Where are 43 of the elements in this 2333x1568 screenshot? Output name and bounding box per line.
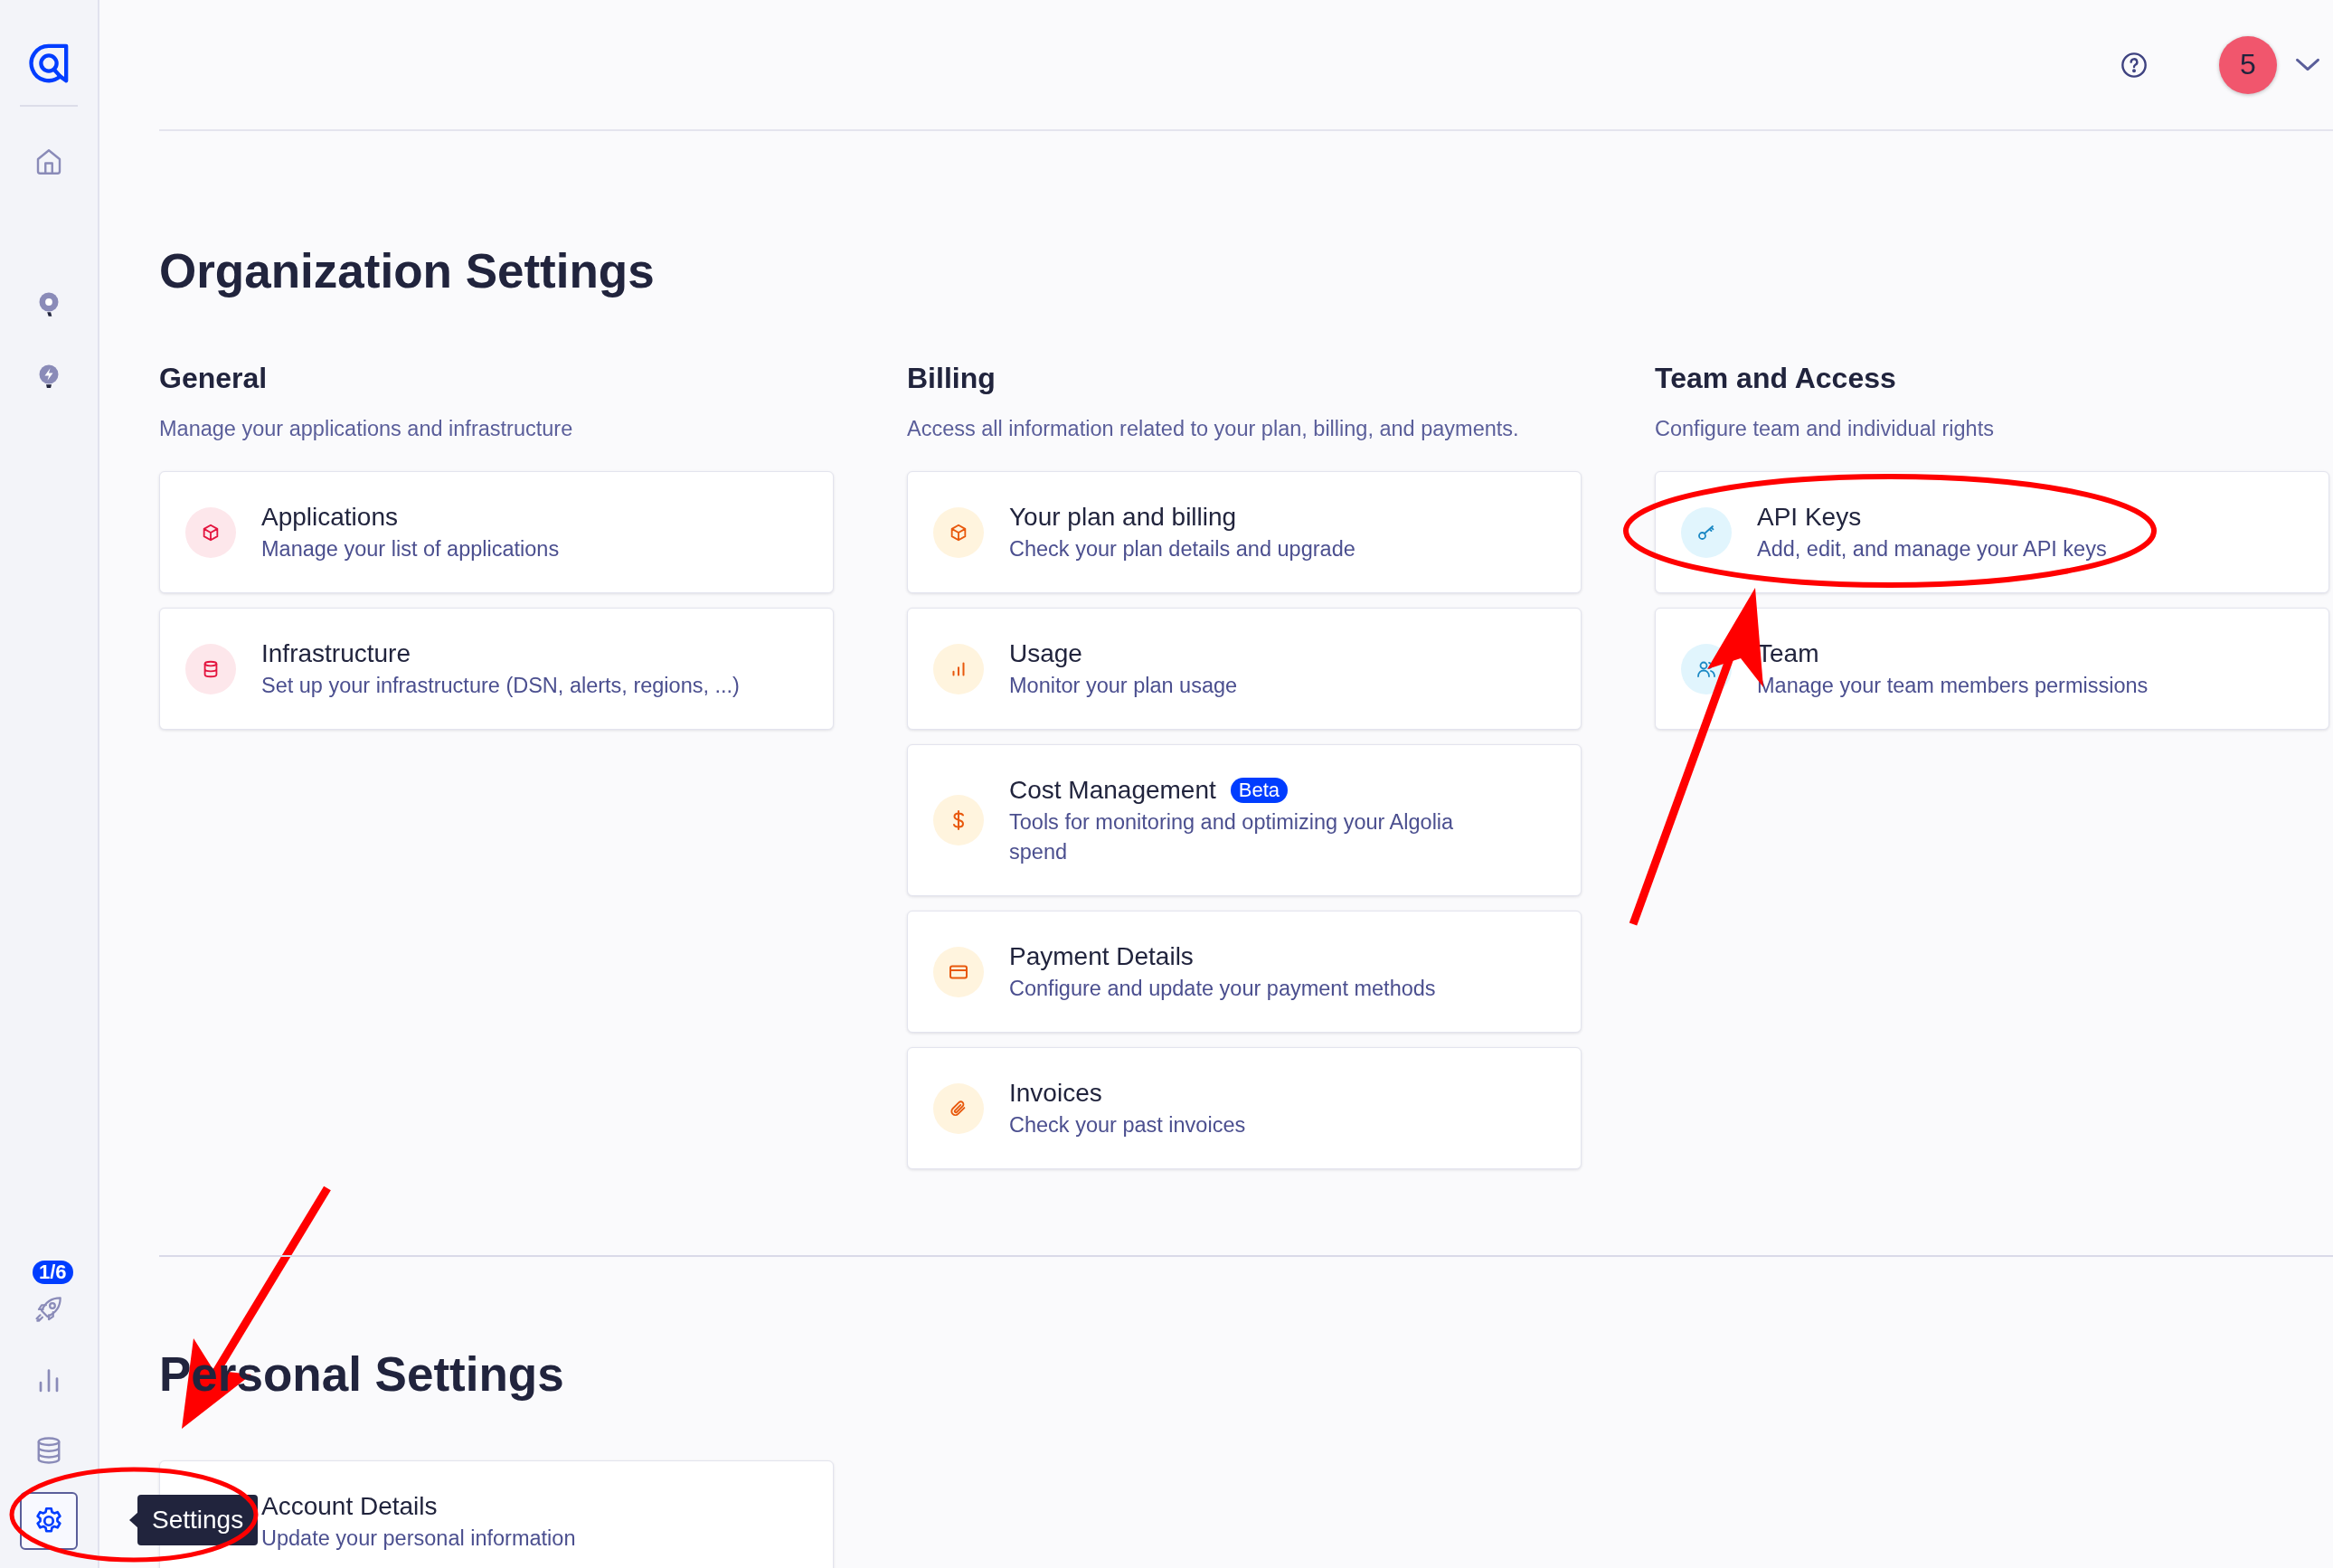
settings-card[interactable]: API Keys Add, edit, and manage your API keys (1655, 471, 2329, 593)
card-subtitle: Check your plan details and upgrade (1009, 536, 1355, 562)
card-subtitle: Add, edit, and manage your API keys (1757, 536, 2107, 562)
group-description: Access all information related to your plan, billing, and payments. (907, 416, 1520, 442)
card-title: Payment Details (1009, 941, 1194, 972)
card-subtitle: Monitor your plan usage (1009, 673, 1238, 699)
card-subtitle: Configure and update your payment methods (1009, 976, 1436, 1002)
logo-icon (28, 43, 70, 84)
card-title: Infrastructure (261, 638, 411, 669)
settings-card[interactable]: Invoices Check your past invoices (907, 1047, 1582, 1169)
settings-card[interactable]: Your plan and billing Check your plan details and upgrade (907, 471, 1582, 593)
section-title: Organization Settings (159, 243, 656, 299)
card-title: Account Details (261, 1491, 438, 1522)
card-title: Applications (261, 502, 398, 533)
group-heading: Team and Access (1655, 361, 1897, 396)
group-description: Configure team and individual rights (1655, 416, 1995, 442)
group-heading: General (159, 361, 269, 396)
settings-tooltip: Settings (137, 1495, 259, 1545)
sidebar-item[interactable] (20, 1492, 78, 1550)
progress-badge: 1/6 (33, 1261, 73, 1284)
card-subtitle: Manage your team members permissions (1757, 673, 2149, 699)
settings-card[interactable]: Infrastructure Set up your infrastructure (DSN, alerts, regions, ...) (159, 608, 834, 730)
settings-card[interactable]: Cost Management Beta Tools for monitoring and optimizing your Algolia spend (907, 744, 1582, 896)
card-subtitle: Check your past invoices (1009, 1112, 1246, 1138)
group-description: Manage your applications and infrastructure (159, 416, 574, 442)
card-title: Cost Management (1009, 775, 1216, 806)
card-subtitle: Update your personal information (261, 1525, 576, 1552)
group-heading: Billing (907, 361, 996, 396)
chevron-down-icon[interactable] (2295, 57, 2320, 72)
settings-card[interactable]: Usage Monitor your plan usage (907, 608, 1582, 730)
card-title: Invoices (1009, 1078, 1102, 1109)
card-subtitle: Manage your list of applications (261, 536, 560, 562)
dollar-icon (933, 795, 984, 845)
card-subtitle: Tools for monitoring and optimizing your Algolia spend (1009, 809, 1455, 865)
settings-card[interactable]: Applications Manage your list of applications (159, 471, 834, 593)
card-title: Your plan and billing (1009, 502, 1237, 533)
beta-badge: Beta (1230, 778, 1289, 803)
help-icon[interactable] (2120, 50, 2149, 80)
card-title: API Keys (1757, 502, 1862, 533)
user-avatar[interactable]: 5 (2219, 35, 2277, 94)
card-subtitle: Set up your infrastructure (DSN, alerts, regions, ...) (261, 673, 740, 699)
card-title: Usage (1009, 638, 1082, 669)
settings-card[interactable]: Payment Details Configure and update your payment methods (907, 911, 1582, 1033)
